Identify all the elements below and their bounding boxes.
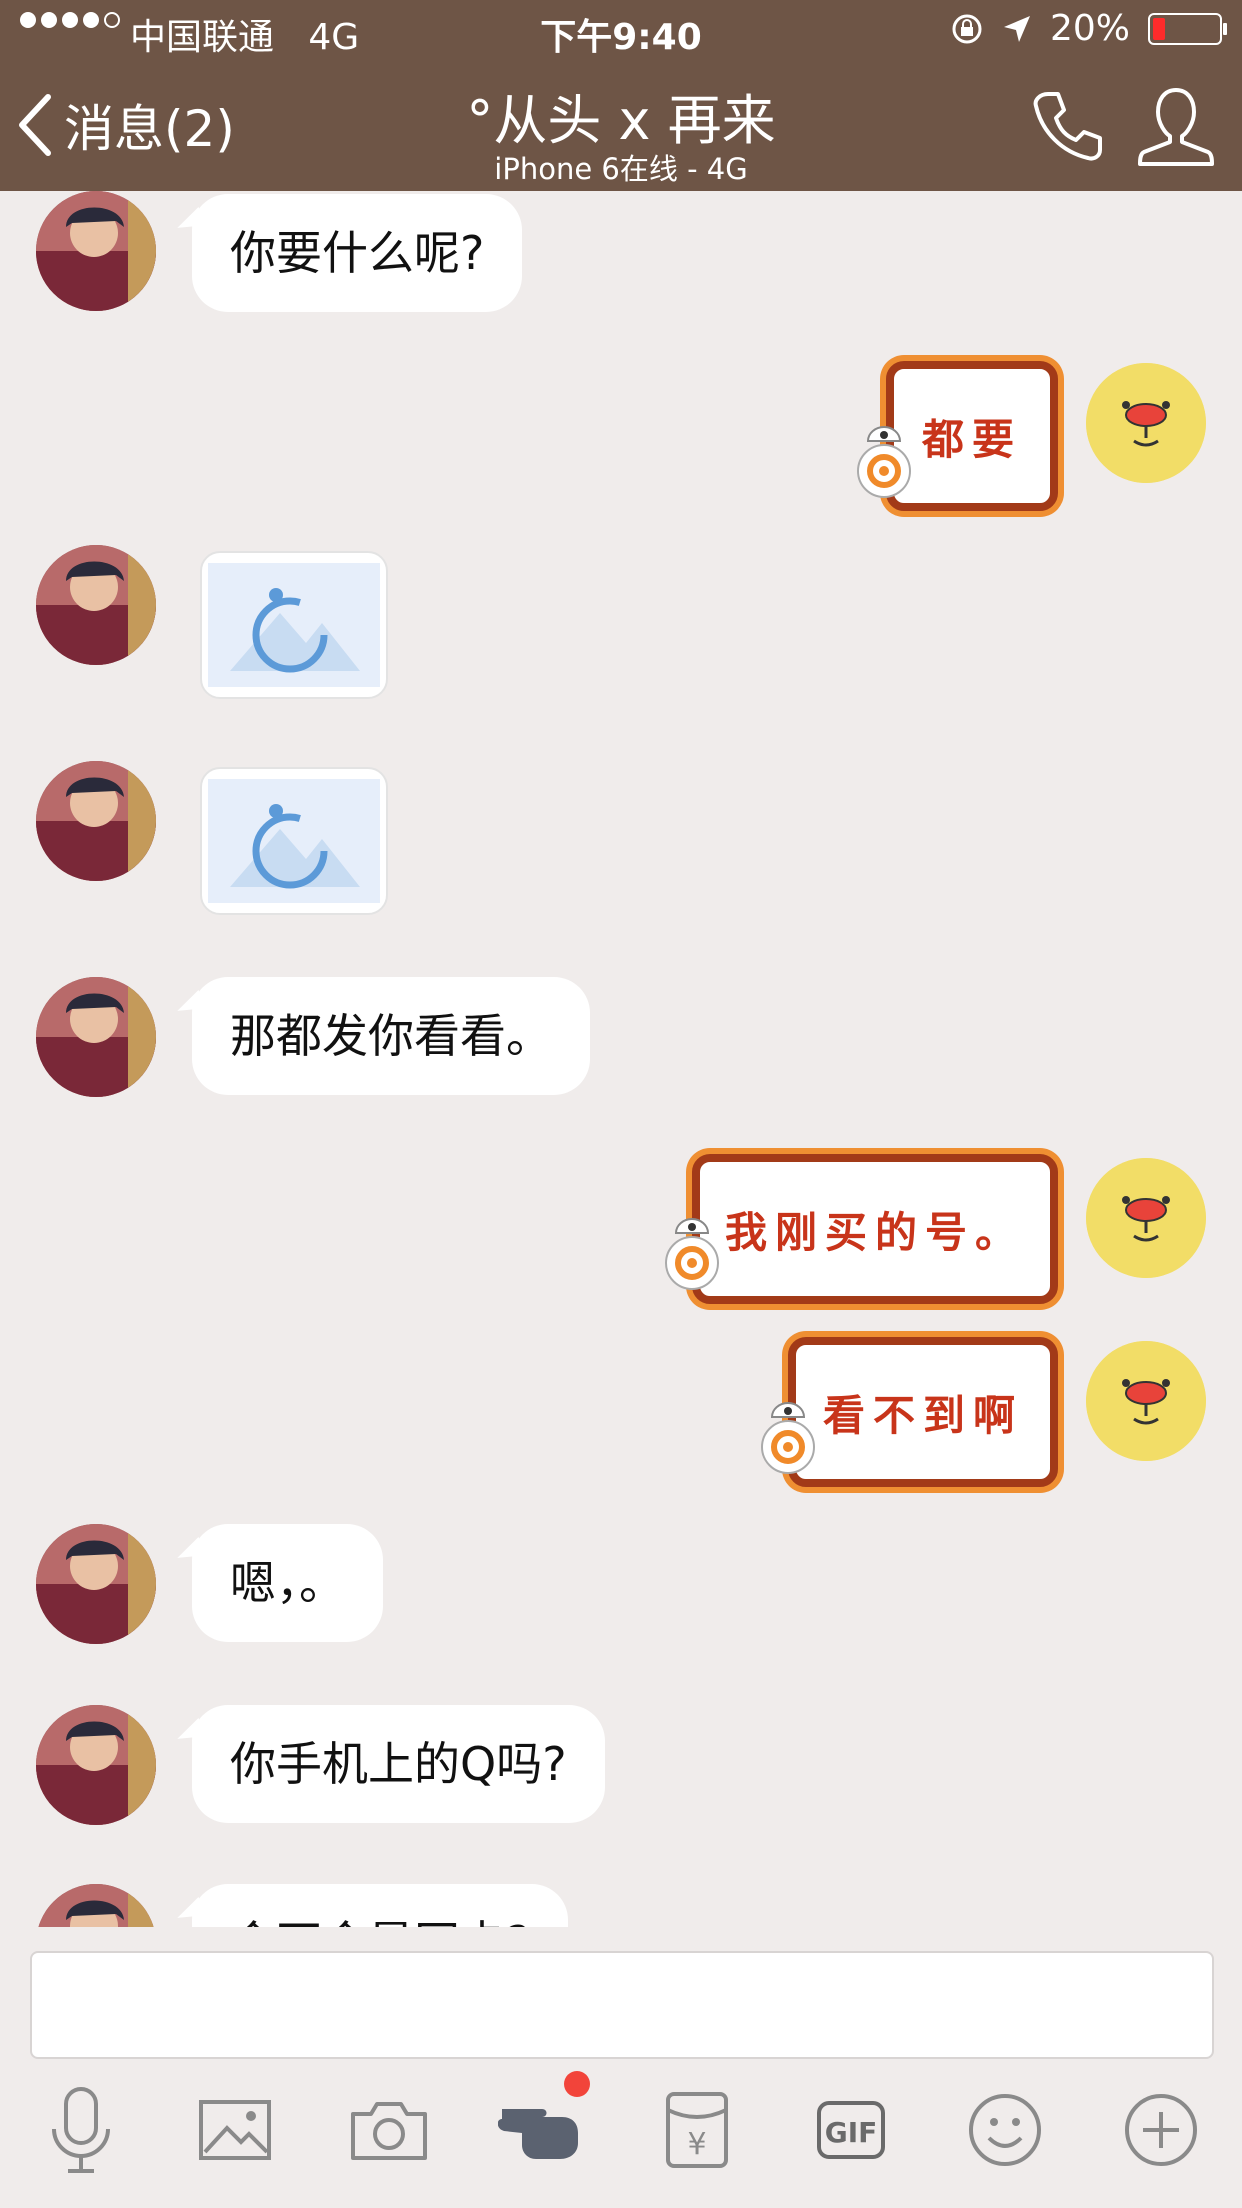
gif-button[interactable]: GIF bbox=[796, 2075, 906, 2185]
message-text: 嗯，。 bbox=[230, 1556, 345, 1610]
message-bubble[interactable]: 嗯，。 bbox=[192, 1524, 383, 1642]
camera-icon bbox=[351, 2102, 427, 2160]
message-bubble[interactable]: 你手机上的Q吗? bbox=[192, 1705, 605, 1823]
rotation-lock-icon bbox=[952, 14, 982, 43]
red-packet-button[interactable]: ¥ bbox=[642, 2075, 752, 2185]
svg-text:¥: ¥ bbox=[687, 2127, 706, 2162]
message-bubble[interactable]: 会不会是网卡? bbox=[192, 1884, 569, 1927]
my-avatar[interactable] bbox=[1086, 363, 1206, 483]
image-loading-icon bbox=[208, 779, 380, 903]
message-text: 那都发你看看。 bbox=[230, 1009, 552, 1063]
contact-avatar[interactable] bbox=[36, 761, 156, 881]
message-text: 你要什么呢? bbox=[230, 226, 485, 280]
image-message-loading[interactable] bbox=[200, 551, 388, 699]
image-message-loading[interactable] bbox=[200, 767, 388, 915]
location-arrow-icon bbox=[1003, 15, 1030, 42]
phone-call-button[interactable] bbox=[1030, 88, 1106, 168]
my-avatar[interactable] bbox=[1086, 1341, 1206, 1461]
poke-button[interactable] bbox=[488, 2071, 598, 2185]
voice-button[interactable] bbox=[26, 2075, 136, 2185]
bb8-sticker-icon bbox=[857, 426, 911, 498]
contact-avatar[interactable] bbox=[36, 1705, 156, 1825]
input-toolbar: ¥ GIF bbox=[0, 2071, 1242, 2195]
contact-avatar[interactable] bbox=[36, 977, 156, 1097]
image-icon bbox=[199, 2100, 271, 2160]
sticker-message[interactable]: 看不到啊 bbox=[788, 1337, 1058, 1487]
emoji-icon bbox=[969, 2094, 1041, 2166]
message-text: 你手机上的Q吗? bbox=[230, 1737, 567, 1791]
chat-message-list[interactable]: 你要什么呢? 都要 那都发你看看。 我刚买的号。 看不到啊 嗯，。 你手机上的Q… bbox=[0, 191, 1242, 1927]
battery-percent: 20% bbox=[1049, 8, 1130, 49]
microphone-icon bbox=[52, 2087, 110, 2173]
top-bar: 中国联通 4G 下午9:40 20% 消息(2) °从头 x 再来 iPhone… bbox=[0, 0, 1242, 191]
more-button[interactable] bbox=[1106, 2075, 1216, 2185]
photo-button[interactable] bbox=[180, 2075, 290, 2185]
phone-icon bbox=[1033, 92, 1102, 161]
sticker-text: 看不到啊 bbox=[822, 1390, 1023, 1440]
camera-button[interactable] bbox=[334, 2075, 444, 2185]
bb8-sticker-icon bbox=[761, 1402, 815, 1474]
sticker-text: 我刚买的号。 bbox=[724, 1207, 1025, 1257]
message-bubble[interactable]: 你要什么呢? bbox=[192, 194, 523, 312]
message-text: 会不会是网卡? bbox=[230, 1916, 530, 1927]
message-input[interactable] bbox=[30, 1951, 1214, 2059]
contact-avatar[interactable] bbox=[36, 1524, 156, 1644]
contact-profile-button[interactable] bbox=[1136, 84, 1216, 172]
bb8-sticker-icon bbox=[665, 1218, 719, 1290]
gif-icon: GIF bbox=[817, 2101, 885, 2159]
notification-badge bbox=[564, 2071, 590, 2097]
message-bubble[interactable]: 那都发你看看。 bbox=[192, 977, 590, 1095]
contact-avatar[interactable] bbox=[36, 545, 156, 665]
status-bar: 中国联通 4G 下午9:40 20% bbox=[0, 0, 1242, 60]
contact-avatar[interactable] bbox=[36, 191, 156, 311]
compose-area: ¥ GIF bbox=[0, 1927, 1242, 2208]
contact-avatar[interactable] bbox=[36, 1884, 156, 1927]
sticker-text: 都要 bbox=[921, 414, 1022, 464]
svg-text:GIF: GIF bbox=[825, 2116, 878, 2149]
my-avatar[interactable] bbox=[1086, 1158, 1206, 1278]
battery-icon bbox=[1148, 12, 1227, 45]
poke-icon bbox=[498, 2109, 578, 2159]
red-packet-icon: ¥ bbox=[666, 2092, 728, 2168]
sticker-message[interactable]: 我刚买的号。 bbox=[692, 1154, 1058, 1304]
plus-icon bbox=[1125, 2094, 1197, 2166]
image-loading-icon bbox=[208, 563, 380, 687]
emoji-button[interactable] bbox=[950, 2075, 1060, 2185]
person-icon bbox=[1138, 88, 1214, 166]
